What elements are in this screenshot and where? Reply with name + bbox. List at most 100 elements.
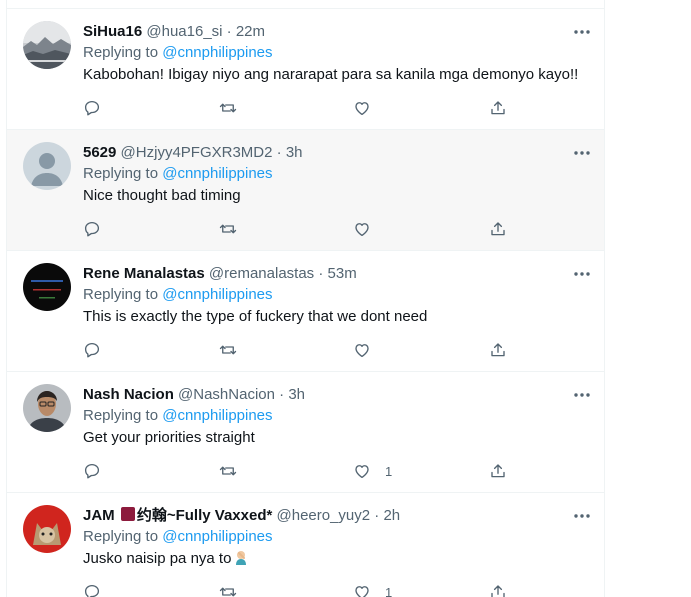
retweet-button[interactable] [219,582,237,597]
reply-tweet[interactable]: Nash Nacion @NashNacion · 3h Replying to… [7,372,604,493]
qatar-flag-icon [120,507,135,521]
replying-to-label: Replying to [83,44,159,61]
replying-to-line: Replying to @cnnphilippines [83,406,273,426]
user-handle[interactable]: @heero_yuy2 [277,507,371,524]
user-handle[interactable]: @Hzjyy4PFGXR3MD2 [121,144,273,161]
more-options-icon[interactable] [572,144,592,162]
like-button[interactable] [353,219,385,239]
tweet-header: Nash Nacion @NashNacion · 3h [83,384,564,406]
tweet-text: Get your priorities straight [83,429,255,446]
reply-tweet[interactable]: Rene Manalastas @remanalastas · 53m Repl… [7,251,604,372]
share-button[interactable] [489,582,507,597]
reply-icon [84,342,100,358]
tweet-text-line: Jusko naisip pa nya to [83,549,249,569]
share-button[interactable] [489,219,507,239]
retweet-icon [219,224,237,234]
display-name[interactable]: Nash Nacion [83,386,174,403]
mention-link[interactable]: @cnnphilippines [162,44,272,61]
tweet-header: 5629 @Hzjyy4PFGXR3MD2 · 3h [83,142,564,164]
user-handle[interactable]: @hua16_si [146,23,222,40]
more-options-icon[interactable] [572,507,592,525]
user-handle[interactable]: @remanalastas [209,265,314,282]
separator-dot: · [318,265,324,282]
share-button[interactable] [489,340,507,360]
avatar[interactable] [23,384,71,432]
more-options-icon[interactable] [572,386,592,404]
reply-button[interactable] [83,219,101,239]
tweet-actions: 1 [83,582,509,597]
user-handle[interactable]: @NashNacion [178,386,275,403]
display-name-prefix[interactable]: JAM [83,507,115,524]
like-button[interactable] [353,98,385,118]
more-options-icon[interactable] [572,265,592,283]
replying-to-label: Replying to [83,165,159,182]
heart-icon [355,102,369,116]
tweet-header: JAM 约翰~Fully Vaxxed* @heero_yuy2 · 2h [83,505,564,527]
retweet-button[interactable] [219,340,237,360]
share-button[interactable] [489,98,507,118]
reply-feed: SiHua16 @hua16_si · 22m Replying to @cnn… [6,0,605,597]
heart-icon [355,465,369,479]
display-name[interactable]: 5629 [83,144,116,161]
share-button[interactable] [489,461,507,481]
avatar[interactable] [23,21,71,69]
retweet-icon [219,103,237,113]
share-icon [491,101,505,115]
retweet-button[interactable] [219,461,237,481]
heart-icon [355,344,369,358]
reply-tweet[interactable]: JAM 约翰~Fully Vaxxed* @heero_yuy2 · 2h Re… [7,493,604,597]
retweet-icon [219,345,237,355]
tweet-text: Kabobohan! Ibigay niyo ang nararapat par… [83,66,579,83]
retweet-button[interactable] [219,98,237,118]
replying-to-line: Replying to @cnnphilippines [83,43,273,63]
reply-button[interactable] [83,340,101,360]
like-button[interactable]: 1 [353,461,392,481]
timestamp[interactable]: 53m [328,265,357,282]
separator-dot: · [276,144,282,161]
heart-icon [355,586,369,597]
reply-icon [84,100,100,116]
mention-link[interactable]: @cnnphilippines [162,407,272,424]
retweet-button[interactable] [219,219,237,239]
display-name[interactable]: 约翰~Fully Vaxxed* [137,507,272,524]
separator-dot: · [374,507,380,524]
separator-dot: · [279,386,285,403]
replying-to-label: Replying to [83,407,159,424]
reply-button[interactable] [83,98,101,118]
reply-tweet[interactable]: 5629 @Hzjyy4PFGXR3MD2 · 3h Replying to @… [7,130,604,251]
replying-to-label: Replying to [83,528,159,545]
timestamp[interactable]: 3h [286,144,303,161]
tweet-actions: 1 [83,461,509,481]
timestamp[interactable]: 2h [383,507,400,524]
reply-tweet[interactable]: SiHua16 @hua16_si · 22m Replying to @cnn… [7,9,604,130]
reply-icon [84,463,100,479]
replying-to-line: Replying to @cnnphilippines [83,527,273,547]
timestamp[interactable]: 22m [236,23,265,40]
timestamp[interactable]: 3h [288,386,305,403]
mention-link[interactable]: @cnnphilippines [162,286,272,303]
mention-link[interactable]: @cnnphilippines [162,528,272,545]
facepalm-emoji-icon [236,551,247,565]
display-name[interactable]: Rene Manalastas [83,265,205,282]
avatar[interactable] [23,263,71,311]
tweet-text: Jusko naisip pa nya to [83,550,232,567]
like-button[interactable] [353,340,385,360]
like-count: 1 [385,463,393,479]
tweet-header: Rene Manalastas @remanalastas · 53m [83,263,564,285]
reply-button[interactable] [83,461,101,481]
more-options-icon[interactable] [572,23,592,41]
share-icon [491,222,505,236]
reply-button[interactable] [83,582,101,597]
tweet-text: Nice thought bad timing [83,187,241,204]
replying-to-line: Replying to @cnnphilippines [83,285,273,305]
tweet-header: SiHua16 @hua16_si · 22m [83,21,564,43]
share-icon [491,585,505,597]
avatar[interactable] [23,505,71,553]
display-name[interactable]: SiHua16 [83,23,142,40]
reply-icon [84,221,100,237]
retweet-icon [219,466,237,476]
separator-dot: · [226,23,232,40]
avatar[interactable] [23,142,71,190]
mention-link[interactable]: @cnnphilippines [162,165,272,182]
like-button[interactable]: 1 [353,582,392,597]
